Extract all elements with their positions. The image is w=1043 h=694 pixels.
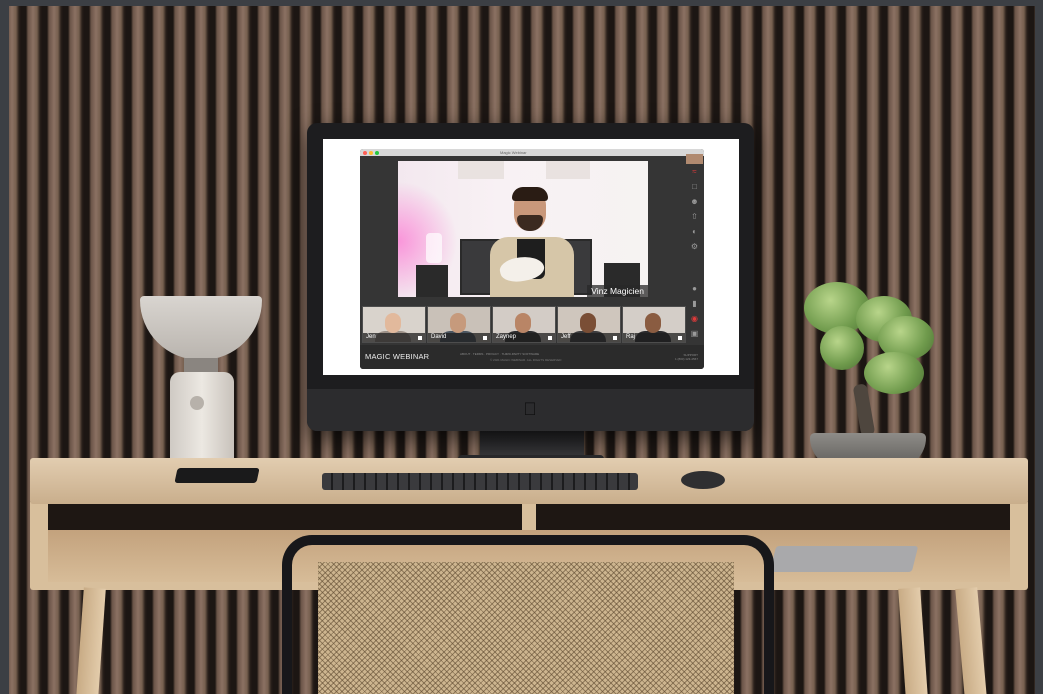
background-shelf [458,161,504,179]
camera-icon [613,336,617,340]
tablet-device [769,546,919,572]
window-titlebar: Magic Webinar [360,149,704,156]
smartphone [174,468,260,483]
bonsai-trunk [852,383,876,437]
apple-logo-icon:  [522,400,538,418]
footer-contact-value: 1 (800) 123-4567 [674,357,698,361]
camera-icon [483,336,487,340]
frame-border [1035,0,1043,694]
imac-monitor:  Magic Webinar [307,123,754,431]
participant-face [385,313,401,333]
broadcast-icon[interactable]: ≈ [690,167,699,176]
participant-name: Zaynep [493,333,555,342]
participant-face [580,313,596,333]
participant-name: David [428,333,490,342]
monitor-screen: Magic Webinar Vinz Magicien ≈ □ ☻ ⇧ ◐ ⚙ … [323,139,739,375]
footer-links[interactable]: ABOUT · TERMS · PRIVACY · THIRD-PARTY SO… [460,352,539,356]
camera-icon [548,336,552,340]
participant-tile[interactable]: David [427,306,491,343]
bonsai-foliage [864,352,924,394]
participant-tile[interactable]: Zaynep [492,306,556,343]
share-icon[interactable]: ⇧ [690,212,699,221]
participant-name: Jeff [558,333,620,342]
presenter-hair [512,187,548,201]
monitor-chin:  [307,389,754,431]
lamp-base [170,372,234,466]
chat-icon[interactable]: □ [690,182,699,191]
participant-tile[interactable]: Jeff [557,306,621,343]
participant-name: Raj [623,333,685,342]
webinar-app-window: Magic Webinar Vinz Magicien ≈ □ ☻ ⇧ ◐ ⚙ … [360,149,704,369]
desk-leg [898,587,928,694]
participant-tile[interactable]: Jen [362,306,426,343]
mouse [681,471,725,489]
bonsai-foliage [820,326,864,370]
participant-face [645,313,661,333]
participant-face [450,313,466,333]
minimize-window-button[interactable] [369,150,373,155]
camera-icon [678,336,682,340]
presenter-beard [517,215,543,231]
gear-icon[interactable]: ⚙ [690,242,699,251]
chair-frame [282,535,774,694]
footer-contact: SUPPORT 1 (800) 123-4567 [675,353,698,361]
app-footer: MAGIC WEBINAR ABOUT · TERMS · PRIVACY · … [360,345,704,369]
participant-tile[interactable]: Raj [622,306,686,343]
brand-logo: MAGIC WEBINAR [365,352,430,361]
lamp-knob [190,396,204,410]
close-window-button[interactable] [363,150,367,155]
keyboard [322,473,638,490]
participant-face [515,313,531,333]
participant-name: Jen [363,333,425,342]
window-title: Magic Webinar [500,150,527,155]
footer-copyright: © 2021 MAGIC WEBINAR. ALL RIGHTS RESERVE… [490,358,562,362]
zoom-window-button[interactable] [375,150,379,155]
frame-border [0,0,1043,6]
background-shelf [546,161,590,179]
lamp-shade [140,296,262,360]
photo-scene:  Magic Webinar [0,0,1043,694]
background-speaker [416,265,448,297]
self-view-thumbnail[interactable] [686,154,703,164]
participant-strip: Jen David Zaynep Jeff Raj [362,306,692,343]
main-video-stage[interactable]: Vinz Magicien [398,161,648,297]
globe-icon[interactable]: ◐ [690,227,699,236]
background-jar [426,233,442,263]
presenter-name-tag: Vinz Magicien [587,285,648,297]
people-icon[interactable]: ☻ [690,197,699,206]
camera-icon [418,336,422,340]
mic-icon[interactable]: ● [690,284,699,293]
frame-border [0,0,9,694]
desk-leg [76,587,106,694]
desk-leg [955,587,987,694]
